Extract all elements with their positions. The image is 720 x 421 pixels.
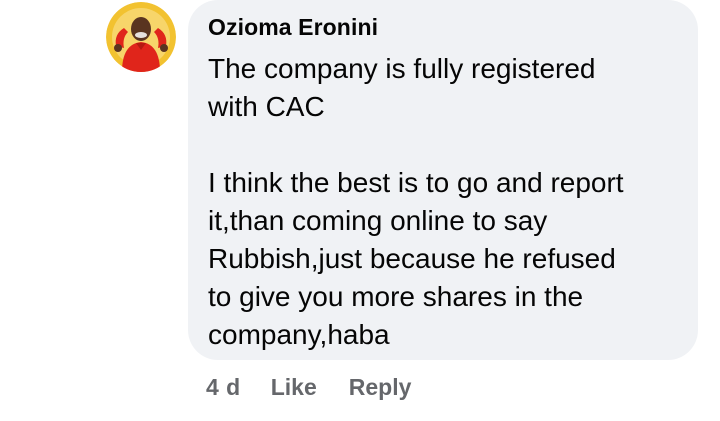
comment-paragraph: I think the best is to go and report it,… bbox=[208, 167, 624, 350]
avatar[interactable] bbox=[106, 2, 176, 72]
comment-text: The company is fully registered with CAC… bbox=[208, 50, 678, 354]
comment-timestamp[interactable]: 4 d bbox=[206, 374, 241, 401]
comment-author-name[interactable]: Ozioma Eronini bbox=[208, 14, 378, 41]
like-button[interactable]: Like bbox=[271, 374, 317, 401]
profile-photo-icon bbox=[106, 2, 176, 72]
comment-container: Ozioma Eronini The company is fully regi… bbox=[0, 0, 720, 421]
comment-paragraph: The company is fully registered with CAC bbox=[208, 53, 596, 122]
comment-bubble: Ozioma Eronini The company is fully regi… bbox=[188, 0, 698, 360]
comment-actions: 4 d Like Reply bbox=[206, 371, 411, 403]
reply-button[interactable]: Reply bbox=[349, 374, 412, 401]
